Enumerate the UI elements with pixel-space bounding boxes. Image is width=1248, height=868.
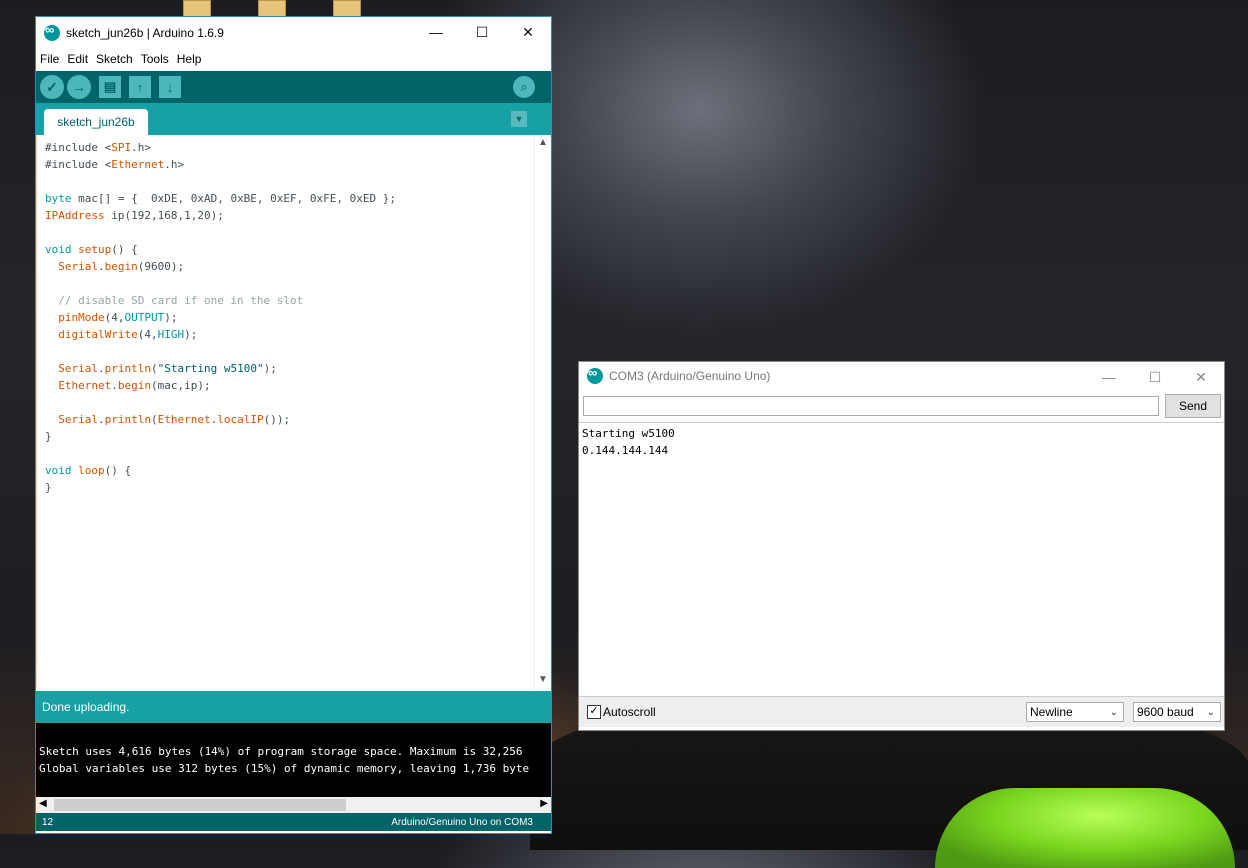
scroll-up-icon[interactable]: ▲ (538, 137, 548, 148)
menu-sketch[interactable]: Sketch (96, 52, 133, 66)
serial-output: Starting w5100 0.144.144.144 (579, 422, 1224, 697)
arduino-logo-icon (587, 365, 603, 384)
line-number: 12 (42, 816, 54, 828)
code-text[interactable]: #include <SPI.h> #include <Ethernet.h> b… (45, 139, 396, 496)
menu-tools[interactable]: Tools (141, 52, 169, 66)
baud-rate-select[interactable]: 9600 baud ⌄ (1133, 702, 1221, 722)
new-sketch-button[interactable]: ▤ (99, 76, 121, 98)
chevron-down-icon: ⌄ (1206, 706, 1215, 718)
editor-vertical-scrollbar[interactable]: ▲ ▼ (534, 135, 551, 689)
baud-rate-value: 9600 baud (1137, 705, 1194, 719)
console-horizontal-scrollbar[interactable]: ◀ ▶ (36, 797, 551, 813)
console-line: Sketch uses 4,616 bytes (14%) of program… (39, 745, 523, 758)
close-button[interactable]: ✕ (505, 17, 551, 47)
serial-bottom-bar: ✓ Autoscroll Newline ⌄ 9600 baud ⌄ (579, 697, 1224, 727)
minimize-button[interactable]: — (413, 17, 459, 47)
status-message: Done uploading. (36, 691, 551, 723)
autoscroll-label: Autoscroll (603, 705, 656, 719)
open-sketch-button[interactable]: ↑ (129, 76, 151, 98)
serial-monitor-window: COM3 (Arduino/Genuino Uno) — ☐ ✕ Send St… (578, 361, 1225, 731)
desktop-wallpaper-tent (935, 788, 1235, 868)
menu-help[interactable]: Help (177, 52, 202, 66)
ide-titlebar[interactable]: sketch_jun26b | Arduino 1.6.9 — ☐ ✕ (36, 17, 551, 49)
scroll-right-icon[interactable]: ▶ (540, 798, 548, 809)
serial-output-line: 0.144.144.144 (582, 444, 669, 457)
serial-output-line: Starting w5100 (582, 427, 675, 440)
send-button[interactable]: Send (1165, 394, 1221, 418)
tab-bar: sketch_jun26b ▼ (36, 103, 551, 135)
maximize-button[interactable]: ☐ (459, 17, 505, 47)
board-port: Arduino/Genuino Uno on COM3 (391, 816, 533, 828)
console-line: Global variables use 312 bytes (15%) of … (39, 762, 530, 775)
upload-button[interactable]: → (67, 75, 91, 99)
serial-monitor-button[interactable]: ⌕ (513, 76, 535, 98)
ide-footer: 12 Arduino/Genuino Uno on COM3 (36, 813, 551, 831)
code-editor[interactable]: #include <SPI.h> #include <Ethernet.h> b… (36, 135, 551, 689)
menu-file[interactable]: File (40, 52, 59, 66)
ide-window-title: sketch_jun26b | Arduino 1.6.9 (66, 26, 224, 40)
arduino-logo-icon (44, 22, 60, 41)
scroll-left-icon[interactable]: ◀ (39, 798, 47, 809)
serial-window-title: COM3 (Arduino/Genuino Uno) (609, 369, 771, 383)
arduino-ide-window: sketch_jun26b | Arduino 1.6.9 — ☐ ✕ File… (35, 16, 552, 834)
verify-button[interactable]: ✓ (40, 75, 64, 99)
save-sketch-button[interactable]: ↓ (159, 76, 181, 98)
close-button[interactable]: ✕ (1178, 362, 1224, 392)
tab-menu-icon[interactable]: ▼ (511, 111, 527, 127)
menu-edit[interactable]: Edit (67, 52, 88, 66)
menu-bar: File Edit Sketch Tools Help (36, 49, 551, 69)
chevron-down-icon: ⌄ (1109, 706, 1118, 718)
serial-input-row: Send (579, 390, 1224, 422)
tab-sketch[interactable]: sketch_jun26b (44, 109, 148, 135)
ide-toolbar: ✓ → ▤ ↑ ↓ ⌕ (36, 71, 551, 103)
scroll-thumb[interactable] (54, 799, 346, 811)
serial-titlebar[interactable]: COM3 (Arduino/Genuino Uno) — ☐ ✕ (579, 362, 1224, 390)
line-ending-select[interactable]: Newline ⌄ (1026, 702, 1124, 722)
autoscroll-checkbox[interactable]: ✓ (587, 705, 601, 719)
maximize-button[interactable]: ☐ (1132, 362, 1178, 392)
console-output: Sketch uses 4,616 bytes (14%) of program… (36, 723, 551, 797)
line-ending-value: Newline (1030, 705, 1073, 719)
scroll-down-icon[interactable]: ▼ (538, 674, 548, 685)
minimize-button[interactable]: — (1086, 362, 1132, 392)
serial-input[interactable] (583, 396, 1159, 416)
